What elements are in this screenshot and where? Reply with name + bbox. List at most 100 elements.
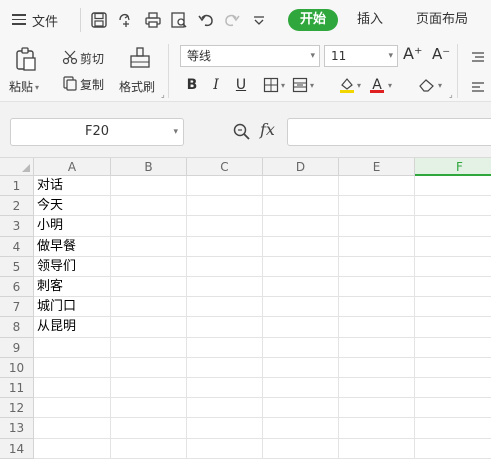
cell-e1[interactable]: [339, 176, 415, 197]
paintbrush-icon[interactable]: [128, 46, 152, 70]
column-header-f[interactable]: F: [415, 158, 491, 176]
cell-d14[interactable]: [263, 438, 339, 459]
cell-a2[interactable]: 今天: [34, 196, 111, 217]
cell-b10[interactable]: [111, 357, 187, 378]
select-all-corner[interactable]: [0, 158, 34, 176]
cell-c3[interactable]: [187, 216, 263, 237]
cell-a11[interactable]: [34, 378, 111, 399]
cell-f1[interactable]: [415, 176, 491, 197]
insert-function-button[interactable]: fx: [260, 120, 275, 139]
cell-d4[interactable]: [263, 236, 339, 257]
cell-a13[interactable]: [34, 418, 111, 439]
cell-a4[interactable]: 做早餐: [34, 236, 111, 257]
cell-b12[interactable]: [111, 398, 187, 419]
cell-f14[interactable]: [415, 439, 491, 459]
decrease-font-button[interactable]: A⁻: [432, 45, 450, 63]
cell-a12[interactable]: [34, 398, 111, 419]
cell-c5[interactable]: [187, 256, 263, 277]
cell-b6[interactable]: [111, 277, 187, 298]
row-header[interactable]: 13: [0, 418, 34, 439]
font-expand-icon[interactable]: ⌟: [449, 90, 453, 99]
merge-dropdown-icon[interactable]: ▾: [310, 81, 314, 90]
cell-d9[interactable]: [263, 337, 339, 358]
cell-f2[interactable]: [415, 196, 491, 217]
cell-c4[interactable]: [187, 236, 263, 257]
underline-button[interactable]: U: [233, 76, 249, 94]
save-icon[interactable]: [90, 11, 108, 29]
print-preview-icon[interactable]: [170, 11, 188, 29]
column-header-d[interactable]: D: [263, 158, 339, 176]
format-painter-button[interactable]: 格式刷: [119, 78, 155, 95]
cell-a5[interactable]: 领导们: [34, 256, 111, 277]
fill-color-dropdown-icon[interactable]: ▾: [357, 81, 361, 90]
cell-f9[interactable]: [415, 338, 491, 358]
cell-e14[interactable]: [339, 438, 415, 459]
align-top-icon[interactable]: [471, 48, 485, 62]
file-menu[interactable]: 文件: [32, 9, 58, 31]
cell-e2[interactable]: [339, 196, 415, 217]
merge-cells-icon[interactable]: [292, 77, 308, 93]
tab-home[interactable]: 开始: [288, 9, 338, 31]
borders-icon[interactable]: [263, 77, 279, 93]
cell-d7[interactable]: [263, 297, 339, 318]
cell-c11[interactable]: [187, 378, 263, 399]
redo-icon[interactable]: [223, 11, 241, 29]
cell-a1[interactable]: 对话: [34, 176, 111, 197]
row-header[interactable]: 3: [0, 216, 34, 237]
cell-e6[interactable]: [339, 277, 415, 298]
cell-a7[interactable]: 城门口: [34, 297, 111, 318]
cell-f5[interactable]: [415, 257, 491, 277]
cell-f4[interactable]: [415, 237, 491, 257]
customize-toolbar-icon[interactable]: [250, 11, 268, 29]
cell-c12[interactable]: [187, 398, 263, 419]
cell-e5[interactable]: [339, 256, 415, 277]
cell-c2[interactable]: [187, 196, 263, 217]
cell-f11[interactable]: [415, 378, 491, 399]
clear-dropdown-icon[interactable]: ▾: [438, 81, 442, 90]
cell-b9[interactable]: [111, 337, 187, 358]
name-box[interactable]: F20 ▾: [10, 118, 184, 146]
cell-f7[interactable]: [415, 297, 491, 318]
row-header[interactable]: 11: [0, 378, 34, 399]
row-header[interactable]: 14: [0, 438, 34, 459]
cell-b14[interactable]: [111, 438, 187, 459]
font-name-select[interactable]: 等线 ▾: [180, 45, 320, 67]
cell-b8[interactable]: [111, 317, 187, 338]
cell-b4[interactable]: [111, 236, 187, 257]
cell-f8[interactable]: [415, 317, 491, 338]
row-header[interactable]: 4: [0, 236, 34, 257]
row-header[interactable]: 7: [0, 297, 34, 318]
cut-button[interactable]: 剪切: [80, 50, 104, 67]
formula-input[interactable]: [287, 118, 491, 146]
cell-c1[interactable]: [187, 176, 263, 197]
cell-d8[interactable]: [263, 317, 339, 338]
cell-d5[interactable]: [263, 256, 339, 277]
row-header[interactable]: 9: [0, 337, 34, 358]
font-size-select[interactable]: 11 ▾: [324, 45, 398, 67]
cell-e10[interactable]: [339, 357, 415, 378]
cell-d13[interactable]: [263, 418, 339, 439]
row-header[interactable]: 5: [0, 256, 34, 277]
row-header[interactable]: 1: [0, 176, 34, 197]
cell-a9[interactable]: [34, 337, 111, 358]
cell-d6[interactable]: [263, 277, 339, 298]
column-header-b[interactable]: B: [111, 158, 187, 176]
tab-page-layout[interactable]: 页面布局: [408, 9, 476, 31]
cell-e9[interactable]: [339, 337, 415, 358]
zoom-icon[interactable]: [232, 122, 252, 142]
cell-a14[interactable]: [34, 438, 111, 459]
increase-font-button[interactable]: A⁺: [403, 44, 422, 63]
cell-f10[interactable]: [415, 358, 491, 378]
cell-f3[interactable]: [415, 216, 491, 237]
cell-a3[interactable]: 小明: [34, 216, 111, 237]
cell-b3[interactable]: [111, 216, 187, 237]
borders-dropdown-icon[interactable]: ▾: [281, 81, 285, 90]
format-painter-icon[interactable]: [117, 11, 135, 29]
cell-e11[interactable]: [339, 378, 415, 399]
cell-c10[interactable]: [187, 357, 263, 378]
cell-a6[interactable]: 刺客: [34, 277, 111, 298]
cell-a10[interactable]: [34, 357, 111, 378]
fill-color-icon[interactable]: [338, 76, 356, 94]
cell-c13[interactable]: [187, 418, 263, 439]
column-header-a[interactable]: A: [34, 158, 111, 176]
